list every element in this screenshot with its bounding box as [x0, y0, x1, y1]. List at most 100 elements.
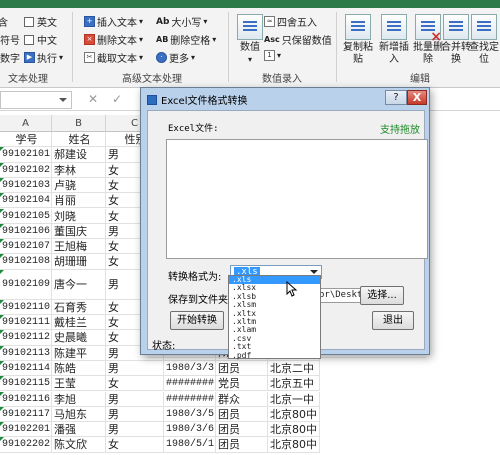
table-cell[interactable]: 99102112 — [0, 330, 52, 346]
cut-text-button[interactable]: ✂ 截取文本 ▾ — [84, 50, 143, 65]
table-cell[interactable]: 女 — [106, 437, 164, 453]
chevron-down-icon: ▾ — [203, 17, 208, 26]
dialog-title-bar[interactable]: Excel文件格式转换 — [147, 92, 248, 107]
table-cell[interactable]: 党员 — [216, 376, 268, 392]
checkbox-chinese[interactable]: 中文 — [24, 32, 57, 47]
cancel-edit-icon[interactable]: ✕ — [88, 92, 98, 106]
execute-button[interactable]: ▶ 执行 ▾ — [24, 50, 63, 65]
table-cell[interactable]: 99102101 — [0, 147, 52, 163]
table-cell[interactable]: ######## — [164, 391, 216, 407]
table-cell[interactable]: 团员 — [216, 406, 268, 423]
ribbon-symbol-label: 符号 — [0, 32, 20, 47]
table-cell[interactable]: 马旭东 — [52, 406, 106, 423]
table-cell[interactable]: 董国庆 — [52, 223, 106, 240]
table-cell[interactable]: 男 — [106, 422, 164, 438]
table-cell[interactable]: 李林 — [52, 162, 106, 178]
table-cell[interactable]: 1980/3/3 — [164, 360, 216, 377]
exit-button[interactable]: 退出 — [372, 311, 414, 330]
table-cell[interactable]: 99102201 — [0, 422, 52, 438]
round-button[interactable]: ≈ 四舍五入 — [264, 14, 317, 29]
browse-button[interactable]: 选择... — [360, 286, 404, 305]
number-extra-button[interactable]: 1 ▾ — [264, 50, 281, 61]
table-cell[interactable]: 99102117 — [0, 406, 52, 423]
start-convert-button[interactable]: 开始转换 — [170, 311, 224, 330]
format-option[interactable]: .pdf — [229, 351, 320, 360]
checkbox-english[interactable]: 英文 — [24, 14, 57, 29]
header-cell[interactable]: 姓名 — [52, 132, 106, 147]
table-cell[interactable]: 陈皓 — [52, 360, 106, 377]
delete-space-button[interactable]: AB 删除空格 ▾ — [156, 32, 216, 47]
table-cell[interactable]: 99102102 — [0, 162, 52, 178]
keep-value-button[interactable]: Asc 只保留数值 — [264, 32, 332, 47]
table-cell[interactable]: 团员 — [216, 360, 268, 377]
table-cell[interactable]: 肖丽 — [52, 193, 106, 209]
column-header-a[interactable]: A — [0, 115, 52, 132]
case-button[interactable]: Ab 大小写 ▾ — [156, 14, 208, 30]
table-cell[interactable]: 男 — [106, 360, 164, 377]
insert-text-button[interactable]: + 插入文本 ▾ — [84, 14, 143, 29]
table-cell[interactable]: 唐今一 — [52, 269, 106, 300]
table-cell[interactable]: 卢骁 — [52, 177, 106, 194]
column-header-b[interactable]: B — [52, 115, 106, 132]
delete-text-button[interactable]: × 删除文本 ▾ — [84, 32, 143, 47]
table-cell[interactable]: 99102111 — [0, 315, 52, 331]
table-cell[interactable]: 99102104 — [0, 193, 52, 209]
table-cell[interactable]: 99102114 — [0, 360, 52, 377]
find-locate-button[interactable]: 查找定位 — [466, 14, 500, 66]
value-button[interactable]: 数值 ▾ — [232, 14, 268, 66]
table-cell[interactable]: 男 — [106, 406, 164, 423]
ribbon-item-symbol-partial[interactable]: 含 — [0, 14, 8, 29]
header-cell[interactable]: 学号 — [0, 132, 52, 147]
table-cell[interactable]: 群众 — [216, 391, 268, 407]
copy-paste-button[interactable]: 复制粘贴 — [340, 14, 376, 66]
format-dropdown-list[interactable]: .xls .xlsx .xlsb .xlsm .xltx .xltm .xlam .csv .t… — [228, 275, 321, 359]
close-button[interactable]: X — [407, 90, 427, 105]
table-cell[interactable]: 1980/3/5 — [164, 406, 216, 423]
file-list-box[interactable] — [166, 139, 428, 259]
table-cell[interactable]: 陈文欣 — [52, 437, 106, 453]
table-cell[interactable]: 郝建设 — [52, 147, 106, 163]
table-cell[interactable]: 99102105 — [0, 208, 52, 224]
help-button[interactable]: ? — [385, 90, 407, 105]
table-cell[interactable]: 团员 — [216, 422, 268, 438]
table-cell[interactable]: 北京80中 — [268, 437, 320, 453]
ribbon-number-label: 数字 — [0, 50, 20, 65]
table-cell[interactable]: 99102106 — [0, 223, 52, 240]
table-cell[interactable]: 99102107 — [0, 239, 52, 255]
confirm-edit-icon[interactable]: ✓ — [112, 92, 122, 106]
table-cell[interactable]: 99102110 — [0, 299, 52, 315]
table-cell[interactable]: 北京二中 — [268, 360, 320, 377]
table-cell[interactable]: 潘强 — [52, 422, 106, 438]
table-cell[interactable]: 99102108 — [0, 254, 52, 270]
table-cell[interactable]: 1980/3/6 — [164, 422, 216, 438]
table-cell[interactable]: 男 — [106, 391, 164, 407]
table-cell[interactable]: ######## — [164, 376, 216, 392]
table-cell[interactable]: 99102202 — [0, 437, 52, 453]
table-cell[interactable]: 北京一中 — [268, 391, 320, 407]
table-cell[interactable]: 女 — [106, 376, 164, 392]
table-cell[interactable]: 胡珊珊 — [52, 254, 106, 270]
batch-insert-button[interactable]: 新增插入 — [376, 14, 412, 66]
table-cell[interactable]: 99102103 — [0, 177, 52, 194]
checkbox-chinese-box[interactable] — [24, 34, 34, 45]
table-cell[interactable]: 团员 — [216, 437, 268, 453]
checkbox-english-box[interactable] — [24, 16, 34, 27]
table-cell[interactable]: 王旭梅 — [52, 239, 106, 255]
table-cell[interactable]: 石育秀 — [52, 299, 106, 315]
table-cell[interactable]: 王莹 — [52, 376, 106, 392]
name-box[interactable] — [0, 91, 72, 109]
table-cell[interactable]: 99102109 — [0, 269, 52, 300]
table-cell[interactable]: 北京80中 — [268, 422, 320, 438]
table-cell[interactable]: 李旭 — [52, 391, 106, 407]
table-cell[interactable]: 陈建平 — [52, 345, 106, 361]
table-cell[interactable]: 99102113 — [0, 345, 52, 361]
more-button[interactable]: · 更多 ▾ — [156, 50, 195, 65]
table-cell[interactable]: 99102116 — [0, 391, 52, 407]
table-cell[interactable]: 1980/5/1 — [164, 437, 216, 453]
table-cell[interactable]: 北京80中 — [268, 406, 320, 423]
table-cell[interactable]: 史晨曦 — [52, 330, 106, 346]
table-cell[interactable]: 99102115 — [0, 376, 52, 392]
table-cell[interactable]: 刘晓 — [52, 208, 106, 224]
table-cell[interactable]: 北京五中 — [268, 376, 320, 392]
table-cell[interactable]: 戴桂兰 — [52, 315, 106, 331]
